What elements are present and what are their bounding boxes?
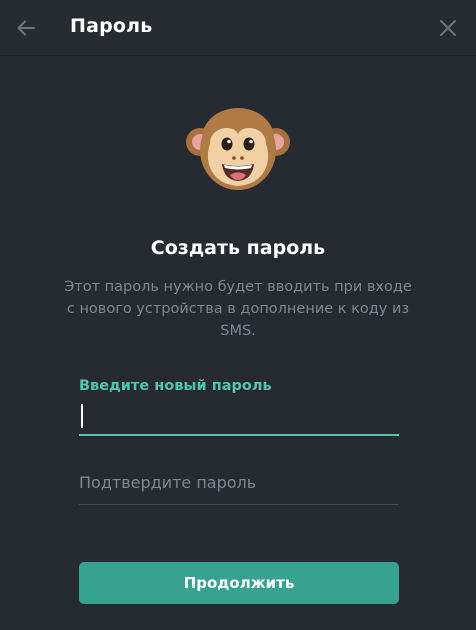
close-icon (440, 20, 456, 36)
new-password-label: Введите новый пароль (79, 378, 272, 394)
monkey-icon (186, 104, 290, 204)
confirm-password-placeholder: Подтвердите пароль (79, 473, 257, 492)
description-text: Этот пароль нужно будет вводить при вход… (64, 279, 412, 339)
arrow-left-icon (17, 20, 35, 36)
new-password-input[interactable] (79, 402, 399, 434)
confirm-password-field[interactable]: Подтвердите пароль (79, 466, 399, 506)
password-dialog: Пароль Создать пароль Этот пароль нужно … (0, 0, 476, 630)
dialog-header: Пароль (0, 0, 476, 56)
close-button[interactable] (432, 12, 464, 44)
dialog-title: Пароль (70, 15, 153, 37)
page-heading: Создать пароль (150, 237, 326, 259)
new-password-field[interactable]: Введите новый пароль (79, 378, 399, 438)
field-underline (79, 504, 399, 505)
continue-button[interactable]: Продолжить (79, 562, 399, 604)
back-button[interactable] (10, 12, 42, 44)
text-caret (81, 404, 83, 428)
field-underline-active (79, 434, 399, 436)
